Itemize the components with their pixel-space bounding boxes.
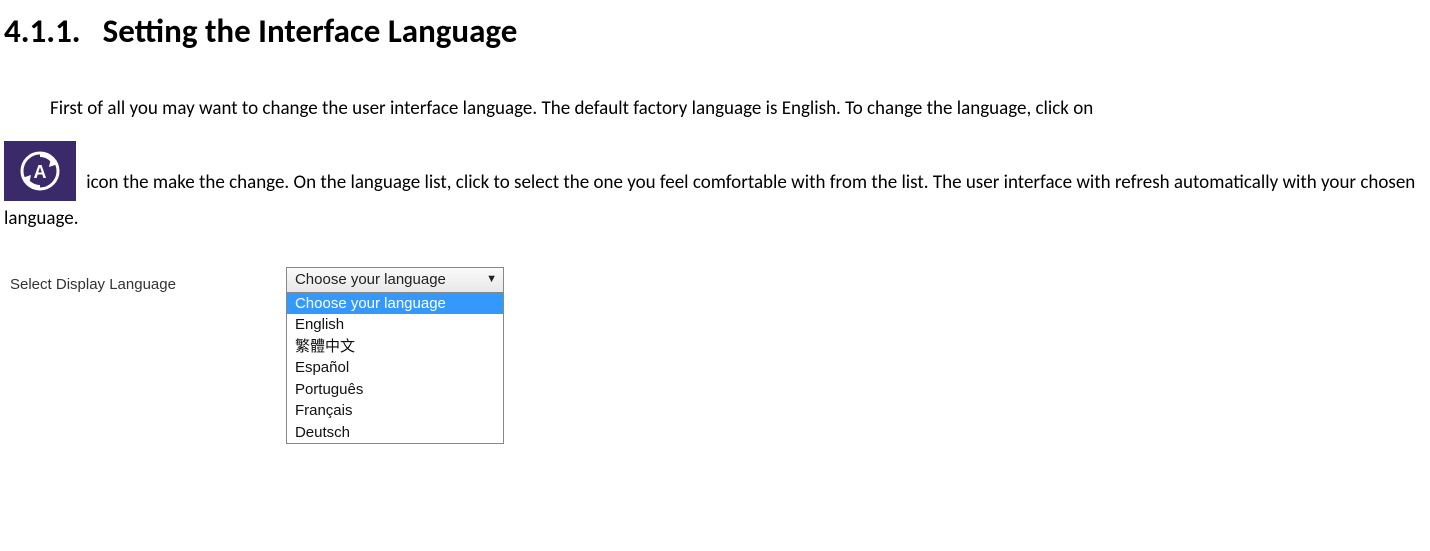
language-option[interactable]: Português xyxy=(287,379,503,401)
language-option[interactable]: Deutsch xyxy=(287,422,503,444)
paragraph-with-icon: A icon the make the change. On the langu… xyxy=(4,141,1426,237)
language-option[interactable]: English xyxy=(287,314,503,336)
language-selector-panel: Select Display Language Choose your lang… xyxy=(4,267,1426,445)
language-select-wrap: Choose your language ▼ Choose your langu… xyxy=(286,267,504,445)
paragraph-intro: First of all you may want to change the … xyxy=(4,91,1426,127)
language-select-value: Choose your language xyxy=(295,266,446,295)
language-select[interactable]: Choose your language ▼ xyxy=(286,267,504,293)
section-title: Setting the Interface Language xyxy=(103,0,518,63)
language-option[interactable]: Español xyxy=(287,357,503,379)
language-select-dropdown: Choose your language English 繁體中文 Españo… xyxy=(286,293,504,445)
refresh-language-icon: A xyxy=(4,141,76,201)
chevron-down-icon: ▼ xyxy=(486,269,497,290)
language-select-label: Select Display Language xyxy=(10,267,176,300)
section-heading: 4.1.1. Setting the Interface Language xyxy=(4,0,1426,63)
language-option[interactable]: Français xyxy=(287,400,503,422)
paragraph-after-icon: icon the make the change. On the languag… xyxy=(4,171,1415,230)
language-option[interactable]: Choose your language xyxy=(287,293,503,315)
language-option[interactable]: 繁體中文 xyxy=(287,336,503,358)
section-number: 4.1.1. xyxy=(4,0,81,63)
svg-text:A: A xyxy=(34,162,47,182)
